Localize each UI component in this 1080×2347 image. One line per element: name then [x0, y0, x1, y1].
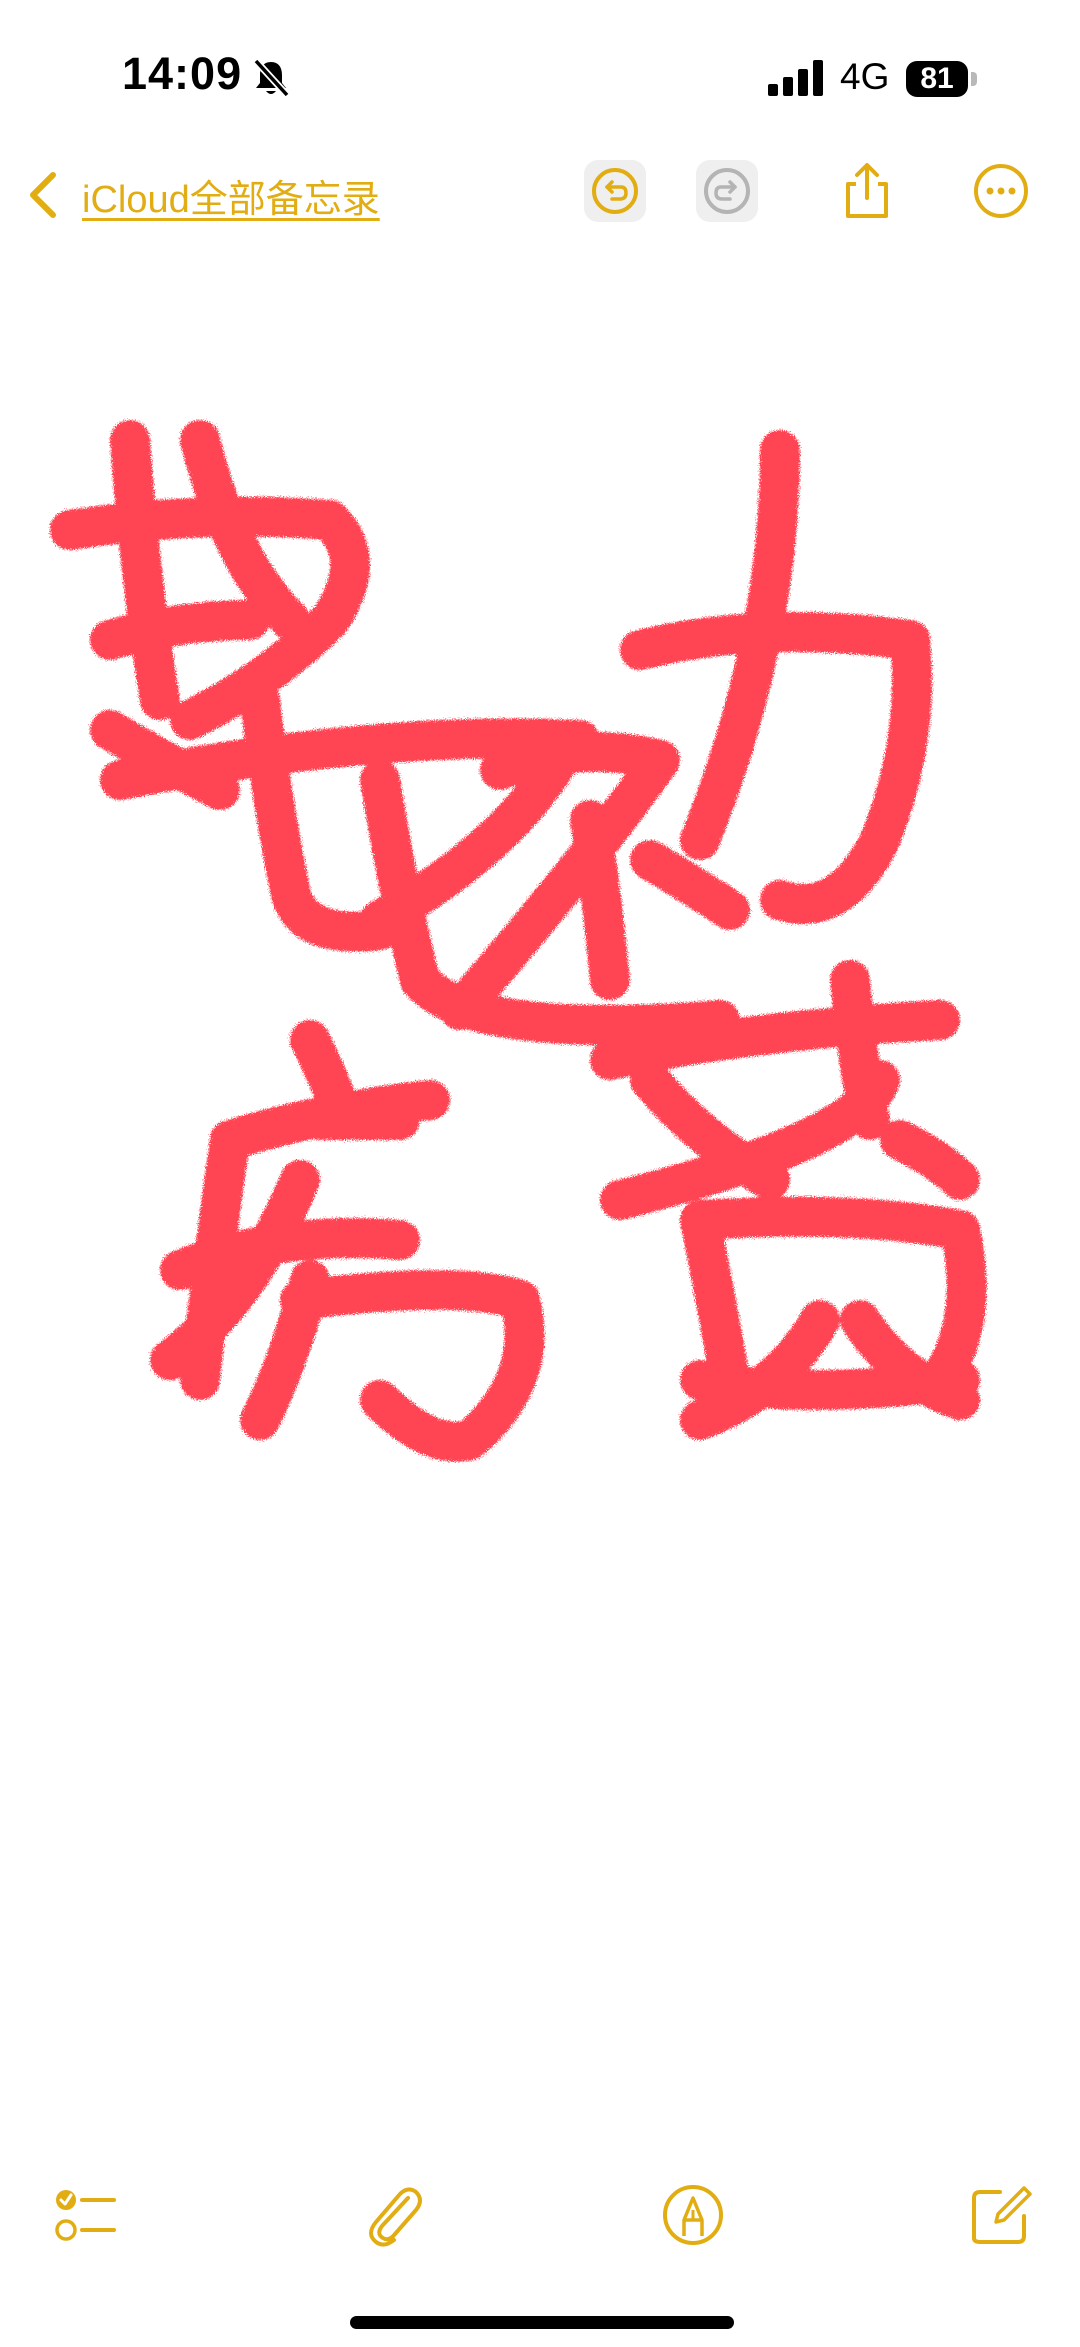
battery-icon: 81 — [906, 61, 984, 97]
share-icon[interactable] — [836, 160, 898, 222]
signal-icon — [768, 60, 823, 96]
compose-icon[interactable] — [966, 2180, 1036, 2250]
bottom-toolbar — [0, 2170, 1080, 2280]
attachment-icon[interactable] — [358, 2180, 428, 2250]
checklist-icon[interactable] — [48, 2180, 118, 2250]
battery-level: 81 — [906, 61, 968, 97]
note-nav-bar: iCloud全部备忘录 — [0, 150, 1080, 290]
battery-cap — [971, 72, 977, 86]
markup-pen-icon[interactable] — [658, 2180, 728, 2250]
back-button[interactable]: iCloud全部备忘录 — [26, 150, 380, 240]
network-type: 4G — [840, 56, 890, 97]
undo-icon[interactable] — [584, 160, 646, 222]
redo-icon[interactable] — [696, 160, 758, 222]
more-options-icon[interactable] — [970, 160, 1032, 222]
note-drawing-canvas[interactable] — [0, 320, 1080, 2140]
status-time: 14:09 — [122, 48, 243, 99]
silent-bell-icon — [253, 58, 290, 98]
handwriting-drawing — [50, 420, 987, 1462]
home-indicator[interactable] — [350, 2316, 734, 2329]
chevron-left-icon — [30, 172, 56, 218]
back-label: iCloud全部备忘录 — [82, 178, 380, 221]
status-bar: 14:09 4G 81 — [0, 0, 1080, 150]
